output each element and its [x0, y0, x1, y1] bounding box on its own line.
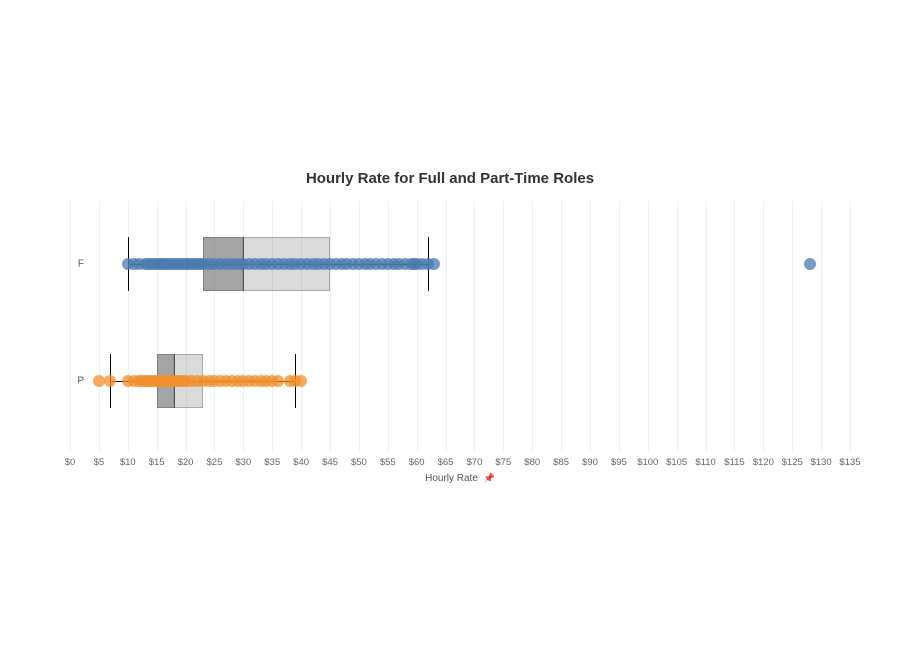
x-tick-label: $125	[782, 457, 803, 468]
x-tick-label: $10	[120, 457, 136, 468]
x-tick-label: $110	[695, 457, 715, 468]
x-tick-label: $30	[235, 457, 251, 468]
x-tick-label: $0	[65, 457, 76, 468]
data-point[interactable]	[272, 375, 284, 387]
data-point[interactable]	[428, 258, 440, 270]
data-point[interactable]	[804, 258, 816, 270]
data-point[interactable]	[295, 375, 307, 387]
plot: FP Hourly Rate 📌 $0$5$10$15$20$25$30$35$…	[50, 201, 850, 461]
x-tick-label: $40	[293, 457, 309, 468]
x-tick-label: $80	[524, 457, 540, 468]
plot-area[interactable]: FP	[70, 201, 850, 451]
x-tick-label: $95	[611, 457, 627, 468]
x-tick-label: $75	[495, 457, 511, 468]
x-tick-label: $130	[811, 457, 832, 468]
x-tick-label: $85	[553, 457, 569, 468]
chart-title: Hourly Rate for Full and Part-Time Roles	[50, 170, 850, 187]
chart-container: Hourly Rate for Full and Part-Time Roles…	[50, 170, 850, 461]
x-tick-label: $105	[666, 457, 687, 468]
data-point[interactable]	[93, 375, 105, 387]
x-tick-label: $5	[94, 457, 105, 468]
x-tick-label: $35	[264, 457, 280, 468]
series-row-P	[70, 346, 850, 416]
x-tick-label: $45	[322, 457, 338, 468]
x-tick-label: $70	[467, 457, 483, 468]
x-tick-label: $100	[637, 457, 658, 468]
sort-icon[interactable]: 📌	[484, 473, 495, 484]
x-tick-label: $115	[724, 457, 744, 468]
x-tick-label: $50	[351, 457, 367, 468]
x-tick-label: $65	[438, 457, 454, 468]
x-axis: Hourly Rate 📌 $0$5$10$15$20$25$30$35$40$…	[70, 453, 850, 493]
grid-line	[850, 201, 851, 451]
x-tick-label: $20	[178, 457, 194, 468]
x-tick-label: $55	[380, 457, 396, 468]
x-tick-label: $135	[839, 457, 860, 468]
x-tick-label: $60	[409, 457, 425, 468]
x-tick-label: $90	[582, 457, 598, 468]
x-tick-label: $15	[149, 457, 165, 468]
data-point[interactable]	[104, 375, 116, 387]
x-axis-title: Hourly Rate 📌	[70, 473, 850, 484]
x-tick-label: $120	[753, 457, 774, 468]
series-row-F	[70, 229, 850, 299]
x-tick-label: $25	[207, 457, 223, 468]
